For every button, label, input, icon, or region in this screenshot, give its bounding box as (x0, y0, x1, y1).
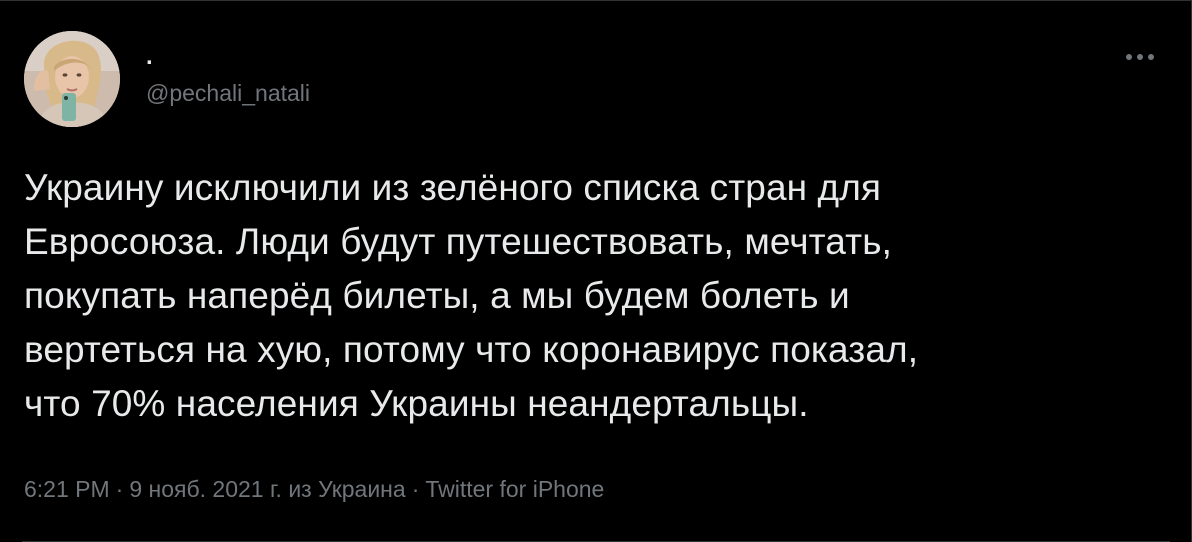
more-horizontal-icon (1126, 54, 1154, 60)
more-options-button[interactable] (1120, 45, 1160, 69)
tweet-text-line: Украину исключили из зелёного списка стр… (24, 167, 882, 208)
tweet-text-line: вертеться на хую, потому что коронавирус… (24, 329, 919, 370)
author-names: . @pechali_natali (146, 43, 310, 107)
user-handle[interactable]: @pechali_natali (146, 79, 310, 107)
avatar[interactable] (24, 31, 120, 127)
tweet-card: . @pechali_natali Украину исключили из з… (0, 0, 1192, 542)
meta-separator: · (411, 476, 420, 502)
tweet-meta: 6:21 PM · 9 нояб. 2021 г. из Украина · Twitt… (24, 473, 604, 505)
tweet-text: Украину исключили из зелёного списка стр… (24, 161, 1154, 431)
meta-separator: · (115, 476, 124, 502)
tweet-text-line: что 70% населения Украины неандертальцы. (24, 383, 809, 424)
tweet-text-line: Евросоюза. Люди будут путешествовать, ме… (24, 221, 892, 262)
tweet-time[interactable]: 6:21 PM (24, 476, 110, 502)
tweet-date[interactable]: 9 нояб. 2021 г. из Украина (129, 476, 405, 502)
tweet-text-line: покупать наперёд билеты, а мы будем боле… (24, 275, 850, 316)
display-name[interactable]: . (146, 43, 310, 71)
avatar-photo-icon (24, 31, 120, 127)
tweet-header: . @pechali_natali (22, 31, 1162, 127)
tweet-source[interactable]: Twitter for iPhone (425, 476, 604, 502)
